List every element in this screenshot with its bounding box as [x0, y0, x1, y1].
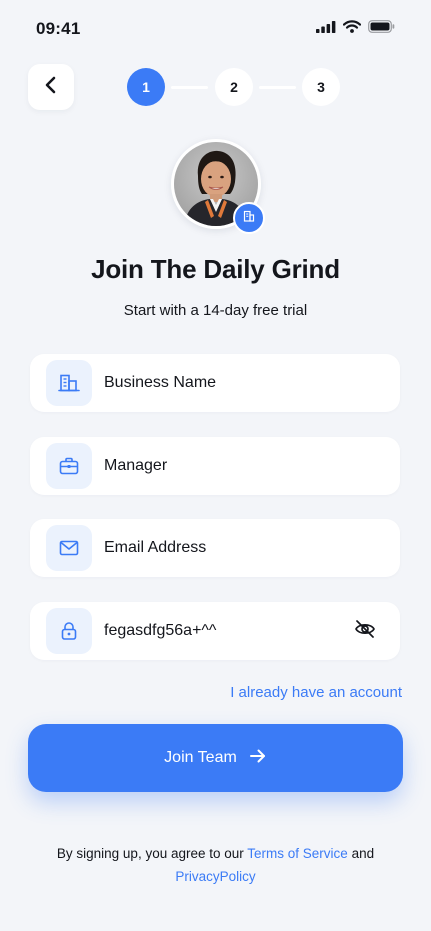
cellular-signal-icon — [316, 20, 336, 38]
step-3: 3 — [302, 68, 340, 106]
business-name-field[interactable] — [30, 354, 400, 412]
profile-avatar-group — [171, 139, 265, 234]
status-bar: 09:41 — [0, 0, 431, 58]
step-connector — [259, 86, 296, 89]
status-icons — [316, 20, 395, 38]
back-button[interactable] — [28, 64, 74, 110]
page-subtitle: Start with a 14-day free trial — [123, 302, 308, 319]
join-team-label: Join Team — [164, 749, 237, 766]
password-visibility-toggle[interactable] — [350, 616, 380, 646]
login-link[interactable]: I already have an account — [230, 684, 402, 701]
legal-prefix: By signing up, you agree to our — [56, 846, 244, 861]
legal-notice: By signing up, you agree to our Terms of… — [0, 842, 431, 888]
step-connector — [171, 86, 208, 89]
arrow-right-icon — [249, 748, 267, 769]
briefcase-icon — [46, 443, 92, 489]
step-indicator: 1 2 3 — [127, 68, 340, 106]
step-1: 1 — [127, 68, 165, 106]
join-team-button[interactable]: Join Team — [28, 724, 403, 792]
avatar-badge — [233, 202, 265, 234]
privacy-policy-link[interactable]: PrivacyPolicy — [175, 869, 255, 884]
page-title: Join The Daily Grind — [91, 254, 340, 284]
role-input[interactable] — [104, 457, 388, 475]
mail-icon — [46, 525, 92, 571]
eye-off-icon — [354, 619, 376, 644]
step-2: 2 — [215, 68, 253, 106]
battery-icon — [368, 20, 395, 38]
lock-icon — [46, 608, 92, 654]
building-icon — [243, 209, 255, 227]
legal-and: and — [351, 846, 375, 861]
email-input[interactable] — [104, 539, 388, 557]
business-name-input[interactable] — [104, 374, 388, 392]
building-icon — [46, 360, 92, 406]
terms-of-service-link[interactable]: Terms of Service — [247, 846, 348, 861]
password-field[interactable] — [30, 602, 400, 660]
chevron-left-icon — [44, 76, 58, 99]
email-field[interactable] — [30, 519, 400, 577]
role-field[interactable] — [30, 437, 400, 495]
status-time: 09:41 — [36, 19, 81, 38]
password-input[interactable] — [104, 622, 338, 640]
wifi-icon — [342, 20, 362, 38]
